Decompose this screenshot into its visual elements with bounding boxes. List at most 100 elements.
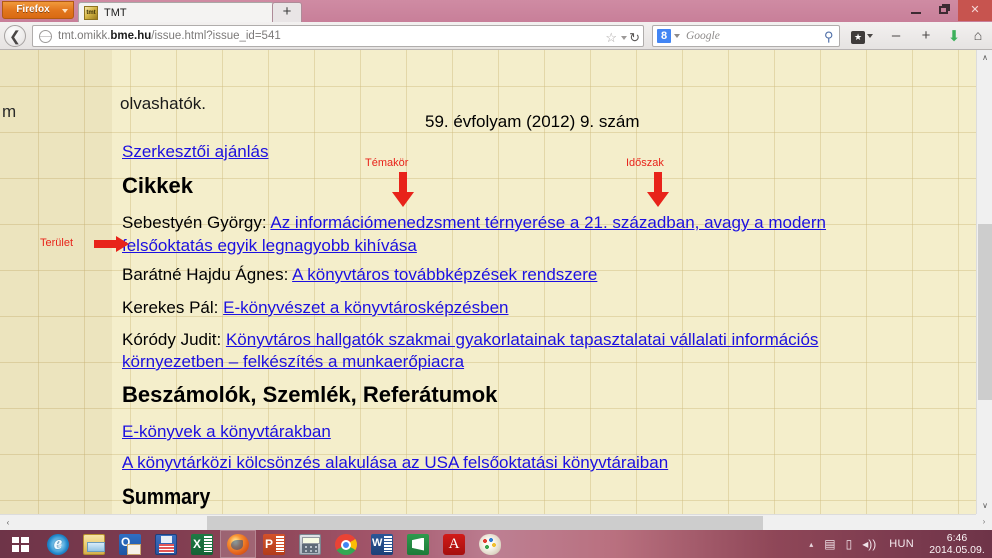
- new-tab-button[interactable]: +: [272, 2, 302, 22]
- article-author: Sebestyén György:: [122, 213, 271, 232]
- page-content: m olvashatók. 59. évfolyam (2012) 9. szá…: [0, 50, 976, 530]
- minimize-icon: [911, 12, 921, 14]
- article-row: Kóródy Judit: Könyvtáros hallgatók szakm…: [122, 330, 818, 350]
- search-icon[interactable]: ⚲: [824, 29, 834, 45]
- article-link[interactable]: A könyvtáros továbbképzések rendszere: [292, 265, 597, 284]
- article-link-continued[interactable]: felsőoktatás egyik legnagyobb kihívása: [122, 236, 417, 256]
- chevron-down-icon: [62, 9, 68, 13]
- clock-date: 2014.05.09.: [929, 544, 985, 556]
- clock-time: 6:46: [946, 532, 968, 544]
- article-link-continued[interactable]: környezetben – felkészítés a munkaerőpia…: [122, 352, 464, 372]
- browser-window: Firefox tmt TMT + ✕ ❮ tmt.omikk.bme.hu/i…: [0, 0, 992, 530]
- minimize-button[interactable]: [902, 0, 930, 20]
- scrollbar-corner: ›: [976, 514, 992, 530]
- home-icon[interactable]: ⌂: [968, 27, 988, 43]
- taskbar-item-internet-explorer[interactable]: [40, 530, 76, 558]
- navigation-toolbar: ❮ tmt.omikk.bme.hu/issue.html?issue_id=5…: [0, 22, 992, 50]
- battery-icon[interactable]: ▯: [846, 537, 853, 551]
- taskbar-item-powerpoint[interactable]: [256, 530, 292, 558]
- scroll-up-icon[interactable]: ∧: [977, 50, 992, 66]
- clock[interactable]: 6:46 2014.05.09.: [926, 532, 988, 556]
- tab-title: TMT: [104, 6, 127, 19]
- reload-icon[interactable]: ↻: [629, 30, 640, 46]
- search-bar[interactable]: 8 Google ⚲: [652, 25, 840, 47]
- url-prefix: tmt.omikk.: [58, 30, 111, 42]
- chevron-down-icon: [867, 34, 873, 38]
- language-indicator[interactable]: HUN: [889, 538, 914, 550]
- chevron-down-icon[interactable]: [621, 36, 627, 40]
- paint-icon: [479, 533, 501, 555]
- taskbar-item-publisher[interactable]: [400, 530, 436, 558]
- restore-icon-back: [942, 4, 950, 11]
- firefox-button-label: Firefox: [16, 4, 50, 15]
- save-icon: [155, 533, 177, 555]
- network-icon[interactable]: ▤: [824, 537, 835, 551]
- horizontal-scrollbar-thumb[interactable]: [207, 516, 763, 530]
- horizontal-scrollbar[interactable]: ‹: [0, 514, 992, 530]
- clipped-sidebar-text: m: [2, 102, 17, 121]
- back-button[interactable]: ❮: [4, 25, 26, 47]
- publisher-icon: [407, 533, 429, 555]
- excel-icon: [191, 533, 213, 555]
- show-hidden-icons-icon[interactable]: ▴: [809, 540, 813, 549]
- link-editorial-recommendation[interactable]: Szerkesztői ajánlás: [122, 142, 268, 162]
- windows-taskbar: ▴ ▤ ▯ ◂)) HUN 6:46 2014.05.09.: [0, 530, 992, 558]
- google-search-engine-icon[interactable]: 8: [657, 29, 671, 43]
- annotation-label-area: Terület: [40, 237, 74, 249]
- scroll-left-icon[interactable]: ‹: [0, 515, 16, 530]
- bookmark-star-icon[interactable]: ☆: [605, 30, 617, 46]
- window-controls: ✕: [902, 0, 992, 22]
- downloads-icon[interactable]: ⬇: [944, 27, 964, 45]
- taskbar-item-word[interactable]: [364, 530, 400, 558]
- tmt-favicon-icon: tmt: [84, 5, 98, 20]
- close-button[interactable]: ✕: [958, 0, 992, 21]
- restore-button[interactable]: [930, 0, 958, 20]
- start-button[interactable]: [0, 530, 40, 558]
- clipped-paragraph-text: olvashatók.: [120, 94, 206, 113]
- firefox-app-menu-button[interactable]: Firefox: [2, 1, 74, 19]
- annotation-label-topic: Témakör: [365, 157, 409, 169]
- report-link[interactable]: A könyvtárközi kölcsönzés alakulása az U…: [122, 453, 668, 473]
- taskbar-item-calculator[interactable]: [292, 530, 328, 558]
- article-link[interactable]: E-könyvészet a könyvtárosképzésben: [223, 298, 508, 317]
- vertical-scrollbar-thumb[interactable]: [978, 224, 992, 400]
- article-row: Sebestyén György: Az információmenedzsme…: [122, 213, 826, 233]
- search-input[interactable]: Google: [686, 30, 720, 42]
- globe-icon[interactable]: [39, 29, 52, 43]
- tab-tmt[interactable]: tmt TMT: [78, 2, 274, 22]
- bookmarks-menu-button[interactable]: ★: [850, 27, 874, 44]
- article-author: Kerekes Pál:: [122, 298, 224, 317]
- scroll-down-icon[interactable]: ∨: [977, 498, 992, 514]
- taskbar-item-file-explorer[interactable]: [76, 530, 112, 558]
- zoom-in-button[interactable]: +: [916, 27, 936, 44]
- powerpoint-icon: [263, 533, 285, 555]
- chevron-down-icon[interactable]: [674, 34, 680, 38]
- page-left-column: [0, 50, 112, 514]
- url-suffix: /issue.html?issue_id=541: [151, 30, 281, 42]
- windows-logo-icon: [11, 536, 29, 552]
- article-link[interactable]: Könyvtáros hallgatók szakmai gyakorlatai…: [226, 330, 818, 349]
- taskbar-item-outlook[interactable]: [112, 530, 148, 558]
- taskbar-item-save[interactable]: [148, 530, 184, 558]
- acrobat-reader-icon: [443, 533, 465, 555]
- page-viewport: m olvashatók. 59. évfolyam (2012) 9. szá…: [0, 50, 992, 530]
- taskbar-item-acrobat[interactable]: [436, 530, 472, 558]
- taskbar-item-chrome[interactable]: [328, 530, 364, 558]
- internet-explorer-icon: [47, 533, 69, 555]
- word-icon: [371, 533, 393, 555]
- taskbar-item-firefox[interactable]: [220, 530, 256, 558]
- taskbar-item-excel[interactable]: [184, 530, 220, 558]
- system-tray: ▴ ▤ ▯ ◂)) HUN 6:46 2014.05.09.: [799, 530, 992, 558]
- heading-articles: Cikkek: [122, 173, 193, 198]
- article-link[interactable]: Az információmenedzsment térnyerése a 21…: [270, 213, 826, 232]
- article-row: Kerekes Pál: E-könyvészet a könyvtároské…: [122, 298, 508, 318]
- article-author: Barátné Hajdu Ágnes:: [122, 265, 293, 284]
- report-link[interactable]: E-könyvek a könyvtárakban: [122, 422, 331, 442]
- vertical-scrollbar[interactable]: ∧ ∨: [976, 50, 992, 530]
- url-domain: bme.hu: [110, 30, 152, 42]
- file-explorer-icon: [83, 533, 105, 555]
- url-bar[interactable]: tmt.omikk.bme.hu/issue.html?issue_id=541…: [32, 25, 644, 47]
- taskbar-item-paint[interactable]: [472, 530, 508, 558]
- zoom-out-button[interactable]: –: [886, 27, 906, 44]
- volume-icon[interactable]: ◂)): [862, 537, 876, 551]
